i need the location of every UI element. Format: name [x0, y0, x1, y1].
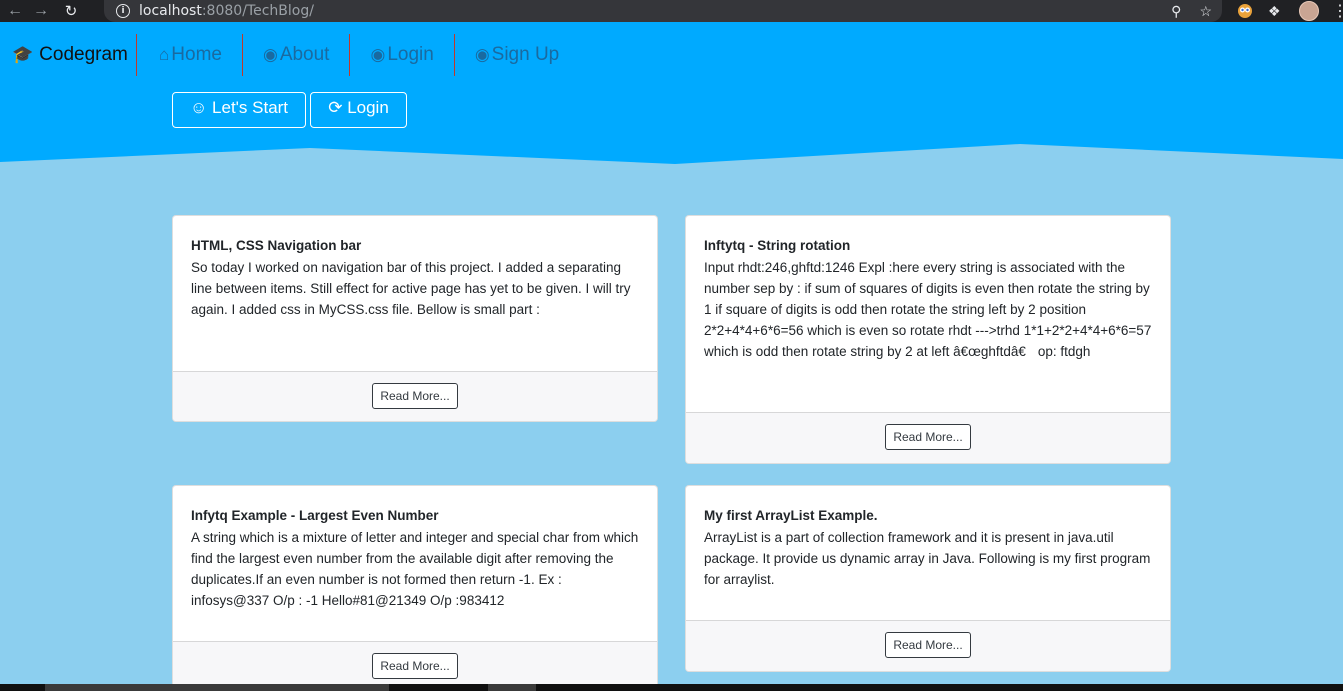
read-more-button[interactable]: Read More... [372, 383, 458, 409]
brand-name: Codegram [39, 44, 128, 65]
bookmark-star-icon[interactable]: ☆ [1199, 3, 1212, 20]
zoom-icon[interactable]: ⚲ [1171, 3, 1181, 20]
post-excerpt: So today I worked on navigation bar of t… [191, 260, 631, 317]
post-card: Inftytq - String rotation Input rhdt:246… [685, 215, 1171, 464]
user-circle-icon: ◉ [474, 45, 490, 64]
lets-start-button[interactable]: ☺ Let's Start [172, 92, 306, 128]
home-icon: ⌂ [159, 45, 170, 64]
nav-sign-up[interactable]: ◉ Sign Up [455, 34, 579, 76]
url-text: localhost:8080/TechBlog/ [139, 3, 314, 19]
read-more-button[interactable]: Read More... [885, 424, 971, 450]
reload-icon[interactable]: ↻ [60, 0, 82, 22]
back-arrow-icon[interactable]: ← [4, 0, 26, 22]
brand-logo[interactable]: 🎓 Codegram [0, 34, 137, 76]
read-more-button[interactable]: Read More... [372, 653, 458, 679]
os-taskbar [0, 684, 1343, 691]
user-circle-icon: ◉ [370, 45, 386, 64]
post-excerpt: A string which is a mixture of letter an… [191, 530, 639, 608]
site-navbar: 🎓 Codegram ⌂ Home ◉ About ◉ Login ◉ Sign… [0, 34, 1343, 76]
menu-kebab-icon[interactable]: ⋮ [1332, 0, 1343, 22]
post-card: HTML, CSS Navigation bar So today I work… [172, 215, 658, 422]
user-circle-icon: ◉ [262, 45, 278, 64]
post-excerpt: ArrayList is a part of collection framew… [704, 530, 1151, 587]
read-more-button[interactable]: Read More... [885, 632, 971, 658]
post-title: My first ArrayList Example. [704, 508, 878, 523]
site-info-icon[interactable]: i [116, 4, 130, 18]
post-card: Infytq Example - Largest Even Number A s… [172, 485, 658, 691]
post-title: HTML, CSS Navigation bar [191, 238, 362, 253]
address-bar[interactable]: i localhost:8080/TechBlog/ ⚲ ☆ [104, 0, 1222, 22]
user-plus-icon: ☺ [189, 98, 208, 117]
post-excerpt: Input rhdt:246,ghftd:1246 Expl :here eve… [704, 260, 1152, 359]
extension-owl-icon[interactable] [1237, 0, 1253, 22]
post-title: Infytq Example - Largest Even Number [191, 508, 439, 523]
profile-avatar[interactable] [1299, 0, 1319, 22]
nav-home[interactable]: ⌂ Home [137, 34, 243, 76]
graduation-cap-icon: 🎓 [12, 45, 34, 64]
nav-login[interactable]: ◉ Login [350, 34, 455, 76]
hero-login-button[interactable]: ⟳ Login [310, 92, 407, 128]
nav-about[interactable]: ◉ About [243, 34, 351, 76]
forward-arrow-icon[interactable]: → [30, 0, 52, 22]
extensions-puzzle-icon[interactable]: ❖ [1268, 0, 1281, 22]
browser-toolbar: ← → ↻ i localhost:8080/TechBlog/ ⚲ ☆ ❖ ⋮ [0, 0, 1343, 22]
spinner-icon: ⟳ [328, 98, 343, 117]
post-title: Inftytq - String rotation [704, 238, 851, 253]
post-card: My first ArrayList Example. ArrayList is… [685, 485, 1171, 672]
